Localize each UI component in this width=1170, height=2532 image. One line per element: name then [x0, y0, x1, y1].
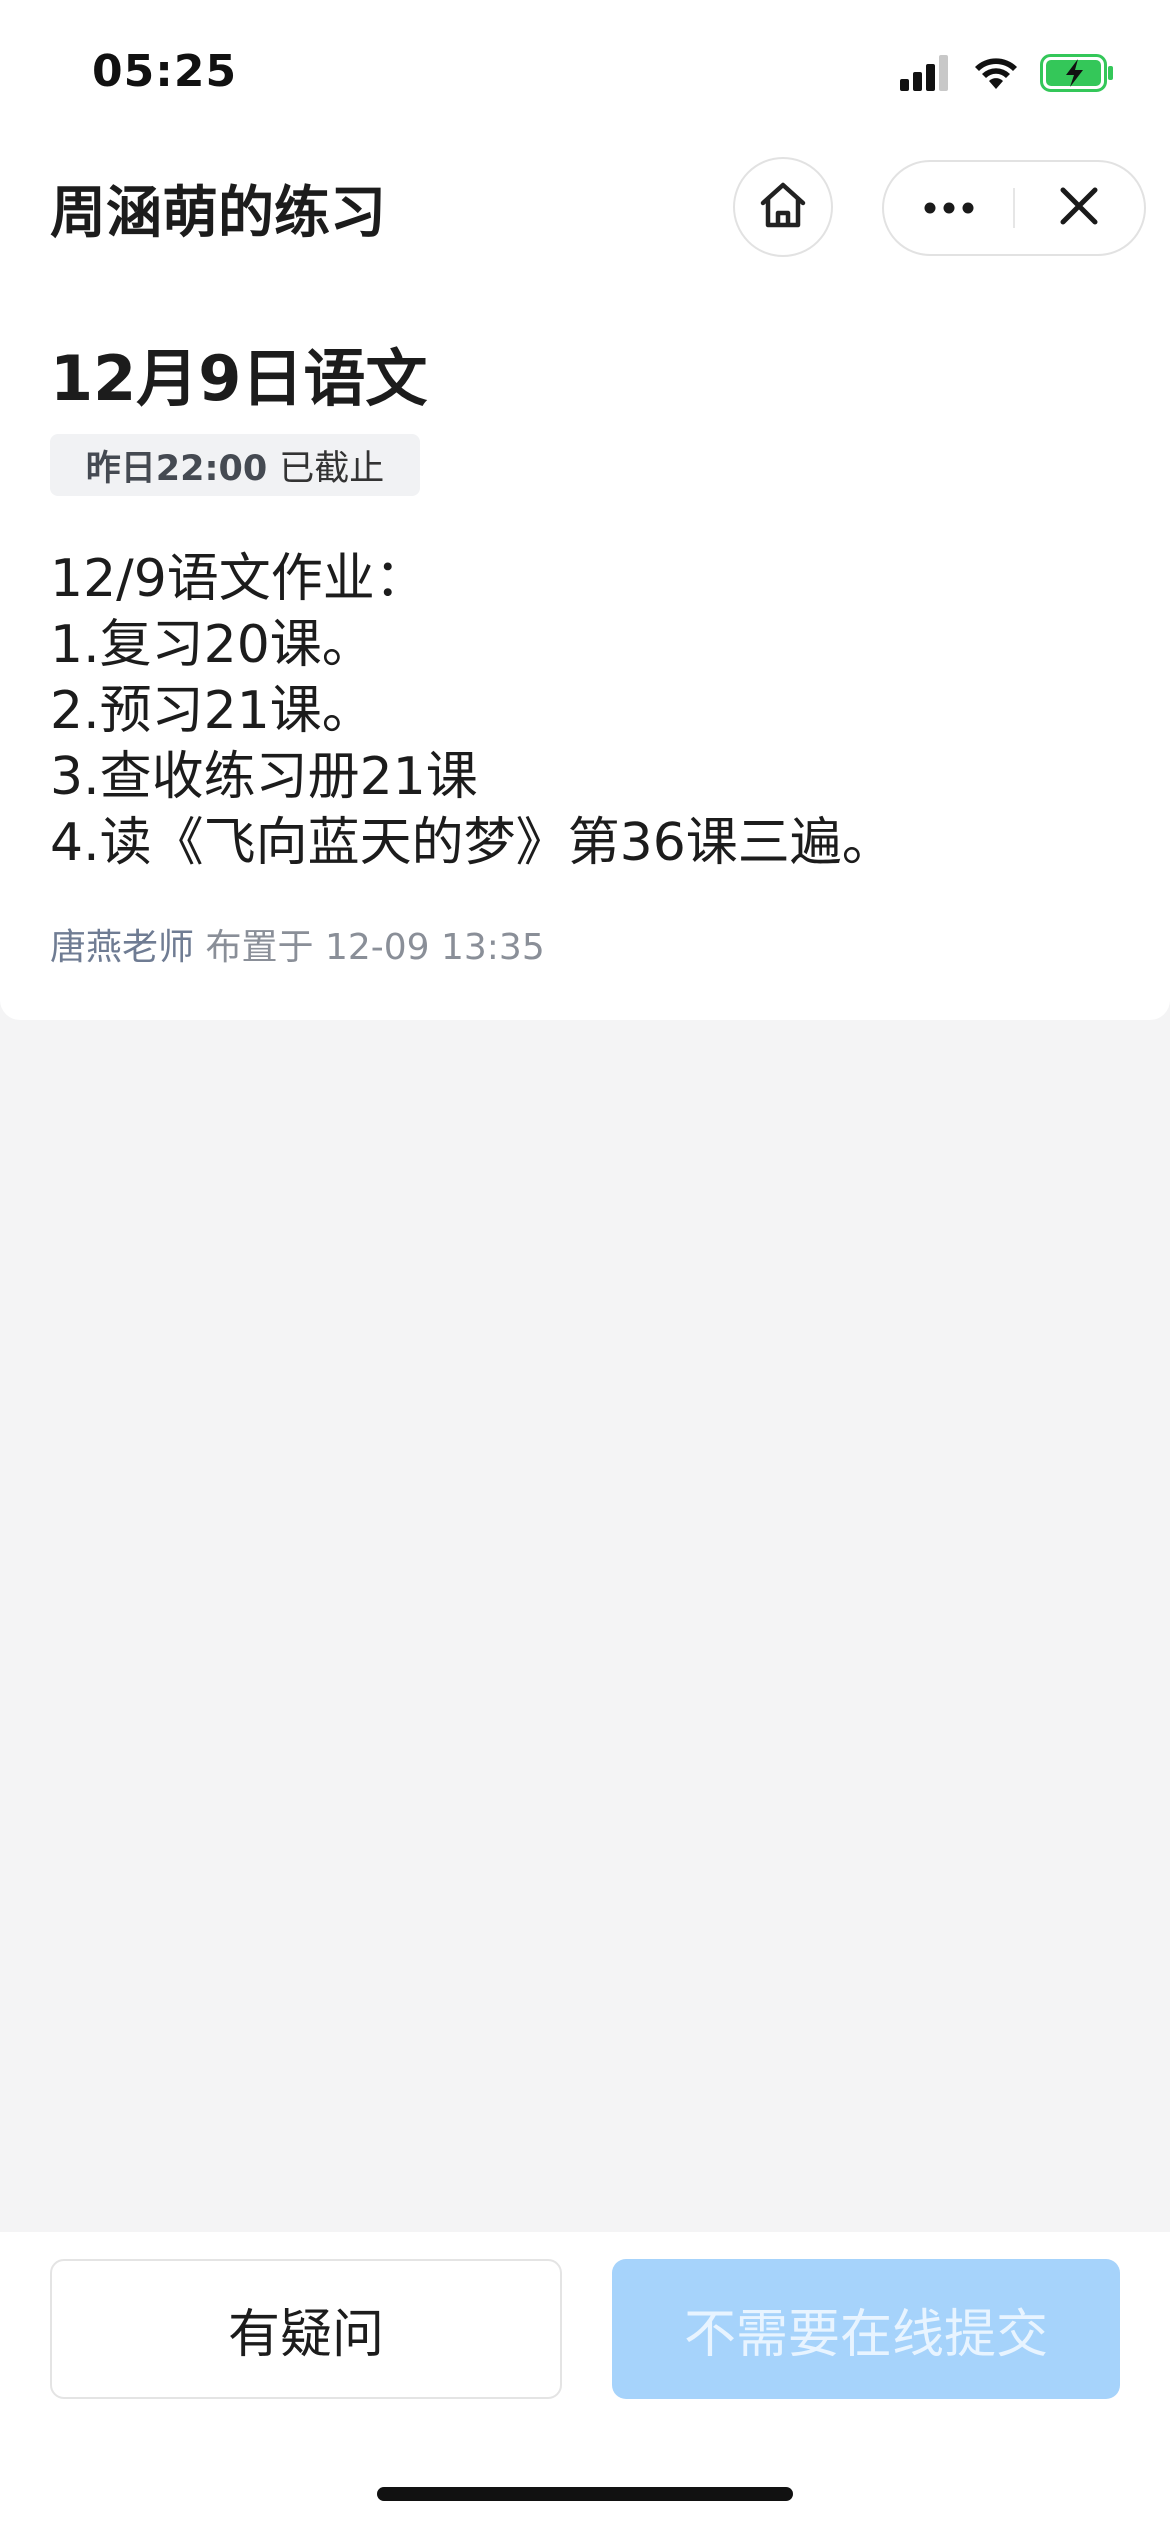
content-line: 1.复习20课。 [50, 615, 374, 675]
content-line: 3.查收练习册21课 [50, 747, 478, 807]
page-title: 周涵萌的练习 [50, 181, 386, 246]
homework-title: 12月9日语文 [50, 342, 428, 415]
assigned-label: 布置于 [205, 927, 314, 968]
content-line: 4.读《飞向蓝天的梦》第36课三遍。 [50, 813, 894, 873]
submit-button[interactable]: 不需要在线提交 [612, 2259, 1120, 2399]
teacher-name: 唐燕老师 [50, 927, 195, 968]
miniapp-capsule [882, 160, 1146, 256]
assigned-time: 12-09 13:35 [324, 927, 545, 968]
home-indicator[interactable] [377, 2487, 793, 2501]
close-button[interactable] [1015, 162, 1144, 254]
homework-content: 12/9语文作业： 1.复习20课。 2.预习21课。 3.查收练习册21课 4… [50, 546, 1130, 876]
status-icons [900, 50, 1116, 100]
signal-icon [900, 55, 952, 95]
assignment-meta: 唐燕老师 布置于 12-09 13:35 [50, 918, 545, 970]
close-icon [1059, 186, 1099, 230]
deadline-status: 已截止 [279, 448, 385, 489]
deadline-time: 昨日22:00 [85, 448, 268, 489]
status-time: 05:25 [92, 46, 238, 97]
more-button[interactable] [884, 162, 1013, 254]
content-line: 2.预习21课。 [50, 681, 374, 741]
wifi-icon [972, 55, 1020, 95]
content-line: 12/9语文作业： [50, 549, 427, 609]
more-dots-icon [924, 199, 974, 218]
battery-charging-icon [1040, 54, 1116, 96]
home-button[interactable] [733, 157, 833, 257]
question-button[interactable]: 有疑问 [50, 2259, 562, 2399]
deadline-badge: 昨日22:00 已截止 [50, 434, 420, 496]
home-icon [755, 177, 811, 237]
